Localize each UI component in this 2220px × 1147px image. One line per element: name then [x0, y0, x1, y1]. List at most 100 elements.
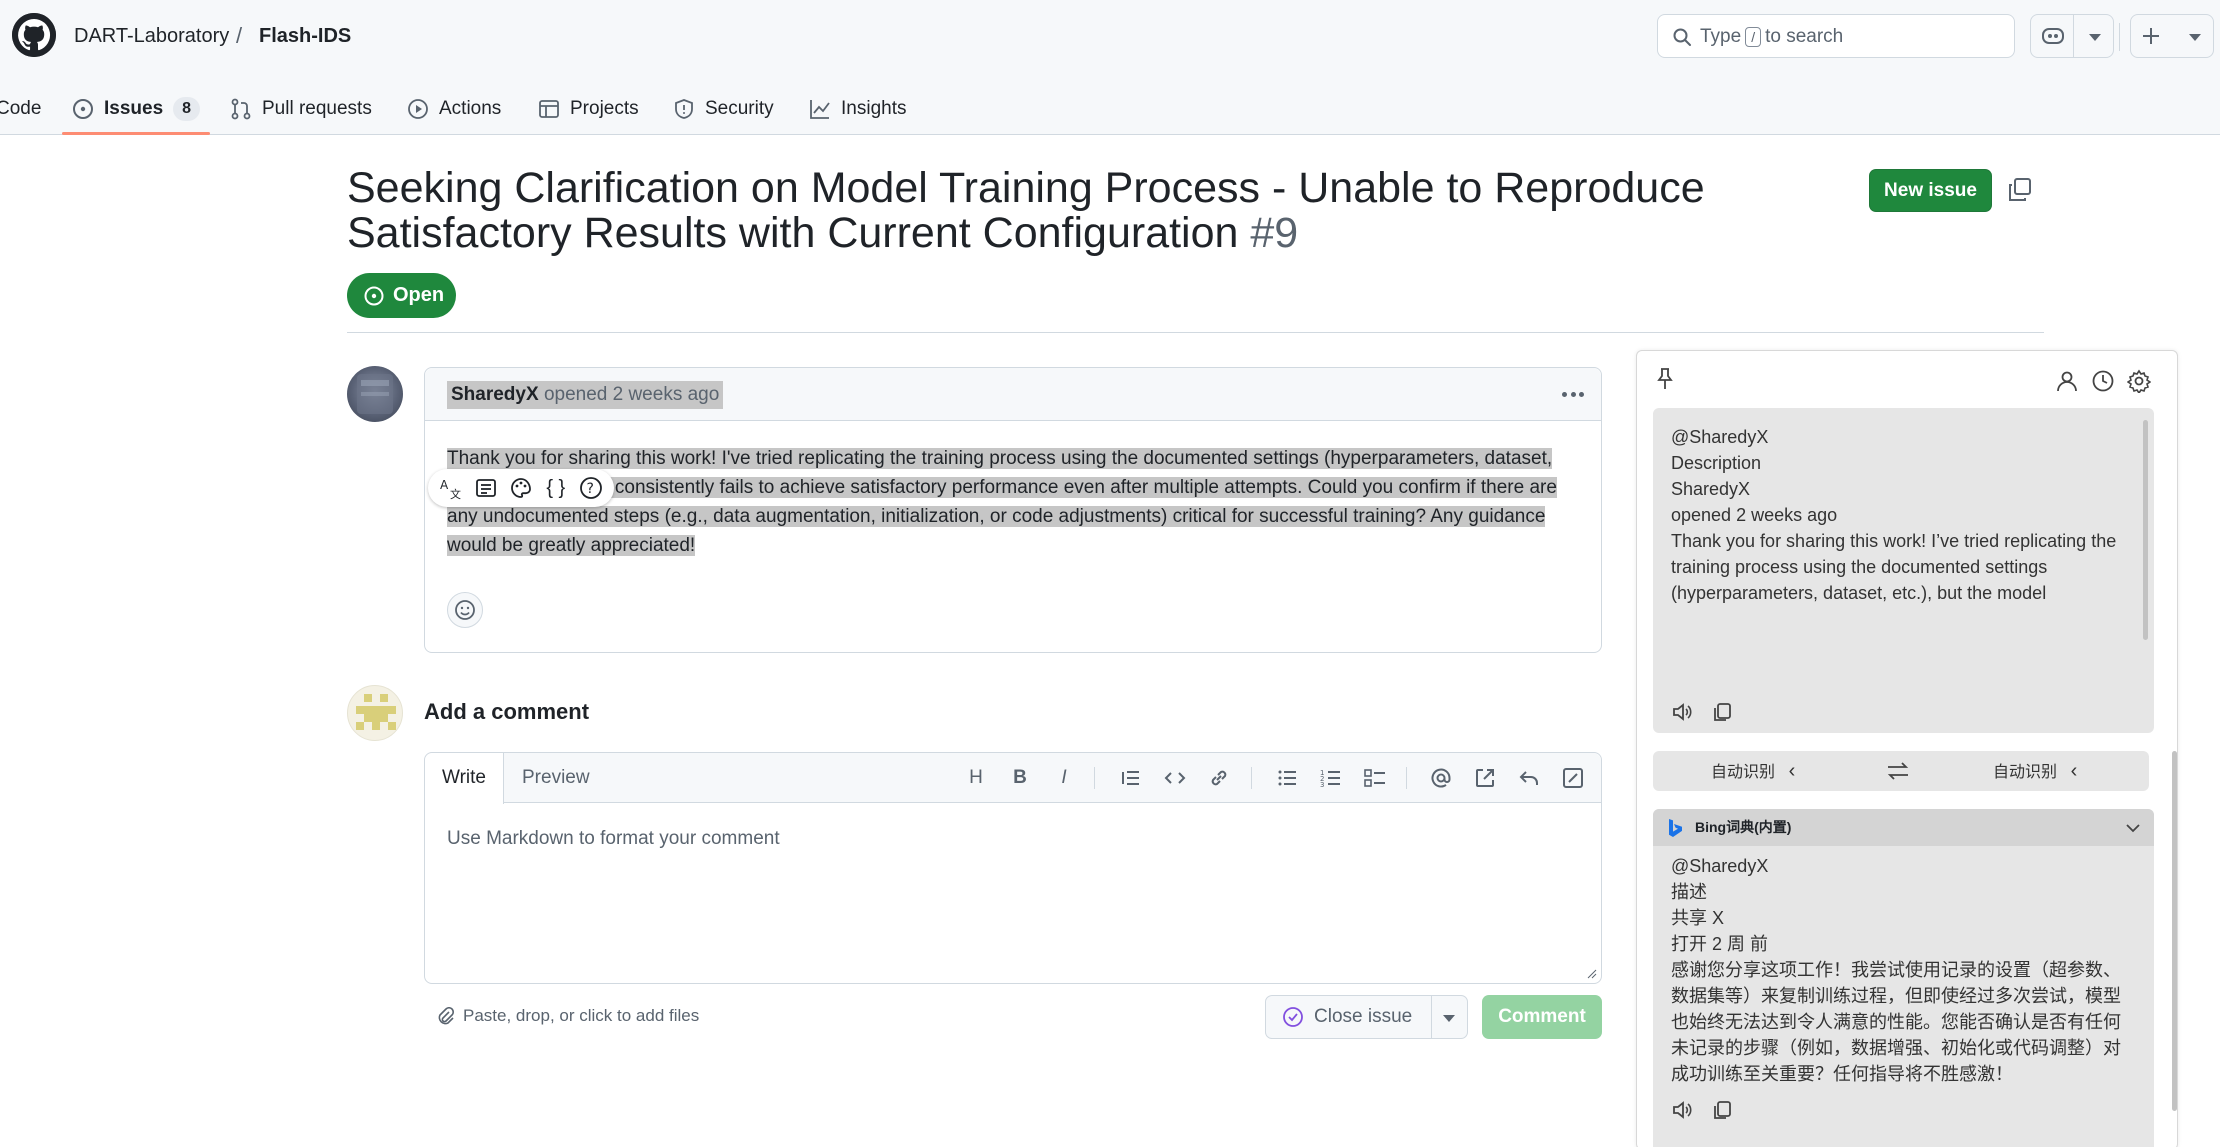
history-icon[interactable]	[2091, 369, 2115, 393]
comment-textarea[interactable]: Use Markdown to format your comment	[447, 828, 780, 850]
resize-handle-icon[interactable]	[1587, 969, 1597, 979]
reply-icon[interactable]	[1515, 764, 1543, 792]
app-header: DART-Laboratory / Flash-IDS Type / to sear…	[0, 0, 2220, 135]
gear-icon[interactable]	[2127, 369, 2151, 393]
current-user-avatar[interactable]	[347, 685, 403, 741]
tab-insights-label: Insights	[841, 97, 907, 119]
tab-issues-label: Issues	[104, 97, 164, 119]
tab-pull-requests[interactable]: Pull requests	[230, 82, 372, 135]
translated-line: 描述	[1671, 882, 1707, 902]
source-scrollbar[interactable]	[2143, 420, 2148, 640]
speaker-icon[interactable]	[1671, 1099, 1693, 1121]
svg-text:?: ?	[586, 481, 593, 497]
copy-icon[interactable]	[1711, 1099, 1733, 1121]
source-line: Description	[1671, 453, 1762, 473]
source-line: @SharedyX	[1671, 427, 1769, 447]
tab-security-label: Security	[705, 97, 774, 119]
copy-icon[interactable]	[1711, 701, 1733, 723]
issue-opened-icon	[364, 286, 384, 305]
bold-icon[interactable]: B	[1006, 764, 1034, 792]
summary-icon[interactable]	[471, 473, 501, 503]
issue-opened-icon	[73, 98, 93, 119]
tab-insights[interactable]: Insights	[809, 82, 906, 135]
tab-code[interactable]: Code	[0, 82, 41, 135]
quote-icon[interactable]	[1117, 764, 1145, 792]
search-icon	[1673, 28, 1691, 46]
chevron-down-icon[interactable]	[2124, 819, 2142, 837]
comment-editor: Write Preview H B I 123 Use Markdown to …	[424, 752, 1602, 984]
breadcrumb-owner[interactable]: DART-Laboratory	[74, 22, 229, 50]
copilot-icon	[2042, 28, 2064, 44]
create-new-button[interactable]	[2130, 14, 2214, 58]
breadcrumb-repo[interactable]: Flash-IDS	[259, 22, 351, 50]
opened-time[interactable]: opened 2 weeks ago	[544, 384, 719, 405]
create-menu-chevron-icon[interactable]	[2189, 34, 2201, 41]
cross-reference-icon[interactable]	[1471, 764, 1499, 792]
copy-link-icon[interactable]	[2006, 176, 2034, 204]
search-shortcut-key: /	[1745, 27, 1762, 47]
github-logo-icon[interactable]	[12, 13, 56, 57]
dictionary-header[interactable]: Bing词典(内置)	[1653, 809, 2154, 846]
author-avatar[interactable]	[347, 366, 403, 422]
tab-code-label: Code	[0, 97, 42, 119]
author-link[interactable]: SharedyX	[451, 384, 539, 405]
translate-icon[interactable]: A文	[436, 473, 466, 503]
selection-toolbar: A文 { } ?	[428, 469, 614, 507]
source-language-select[interactable]: 自动识别	[1711, 751, 1795, 793]
table-icon	[539, 99, 559, 118]
person-icon[interactable]	[2055, 369, 2079, 393]
close-issue-label: Close issue	[1314, 1006, 1413, 1027]
speaker-icon[interactable]	[1671, 701, 1693, 723]
attach-files[interactable]: Paste, drop, or click to add files	[437, 1006, 699, 1026]
shield-icon	[675, 98, 693, 119]
attach-files-label: Paste, drop, or click to add files	[463, 1006, 700, 1025]
tab-write[interactable]: Write	[425, 753, 504, 804]
tab-security[interactable]: Security	[673, 82, 774, 135]
comment-submit-button[interactable]: Comment	[1482, 995, 1602, 1039]
code-icon[interactable]	[1161, 764, 1189, 792]
tab-issues[interactable]: Issues 8	[61, 82, 211, 135]
source-line: SharedyX	[1671, 479, 1751, 499]
tab-projects[interactable]: Projects	[538, 82, 639, 135]
copilot-menu-chevron-icon[interactable]	[2089, 34, 2101, 41]
ordered-list-icon[interactable]: 123	[1317, 764, 1345, 792]
copilot-button[interactable]	[2030, 14, 2114, 58]
link-icon[interactable]	[1205, 764, 1233, 792]
issue-number: #9	[1250, 209, 1299, 257]
issue-state-label: Open	[393, 284, 445, 306]
translator-panel: @SharedyX Description SharedyX opened 2 …	[1636, 350, 2178, 1147]
translated-line: 感谢您分享这项工作！我尝试使用记录的设置（超参数、数据集等）来复制训练过程，但即…	[1671, 960, 2121, 1084]
tab-preview[interactable]: Preview	[505, 753, 607, 804]
close-issue-button[interactable]: Close issue	[1265, 995, 1468, 1039]
heading-icon[interactable]: H	[962, 764, 990, 792]
translated-text: @SharedyX 描述 共享 X 打开 2 周 前 感谢您分享这项工作！我尝试…	[1671, 853, 2131, 1087]
fullscreen-edit-icon[interactable]	[1559, 764, 1587, 792]
tab-actions[interactable]: Actions	[407, 82, 501, 135]
kebab-menu-icon[interactable]	[1559, 382, 1587, 406]
dictionary-name: Bing词典(内置)	[1695, 819, 1792, 835]
comment-header: SharedyX opened 2 weeks ago	[425, 368, 1601, 421]
panel-scrollbar[interactable]	[2172, 751, 2177, 1111]
add-reaction-button[interactable]	[447, 592, 483, 628]
search-placeholder-suffix: to search	[1765, 26, 1844, 47]
source-text-box[interactable]: @SharedyX Description SharedyX opened 2 …	[1653, 408, 2154, 733]
issue-title-text: Seeking Clarification on Model Training …	[347, 164, 1705, 257]
pin-icon[interactable]	[1655, 367, 1675, 391]
mention-icon[interactable]	[1427, 764, 1455, 792]
new-issue-button[interactable]: New issue	[1869, 169, 1992, 212]
issue-title: Seeking Clarification on Model Training …	[347, 166, 1767, 256]
close-issue-chevron-icon[interactable]	[1443, 1015, 1455, 1022]
unordered-list-icon[interactable]	[1273, 764, 1301, 792]
code-braces-icon[interactable]: { }	[541, 473, 571, 503]
task-list-icon[interactable]	[1361, 764, 1389, 792]
smiley-icon	[455, 600, 475, 620]
help-icon[interactable]: ?	[576, 473, 606, 503]
search-input[interactable]: Type / to search	[1657, 14, 2015, 58]
target-language-select[interactable]: 自动识别	[1993, 751, 2077, 793]
italic-icon[interactable]: I	[1050, 764, 1078, 792]
source-line: opened 2 weeks ago	[1671, 505, 1838, 525]
tab-pull-requests-label: Pull requests	[262, 97, 372, 119]
palette-icon[interactable]	[506, 473, 536, 503]
swap-languages-icon[interactable]	[1886, 760, 1910, 782]
comment-body-text: Thank you for sharing this work! I've tr…	[447, 448, 1557, 556]
